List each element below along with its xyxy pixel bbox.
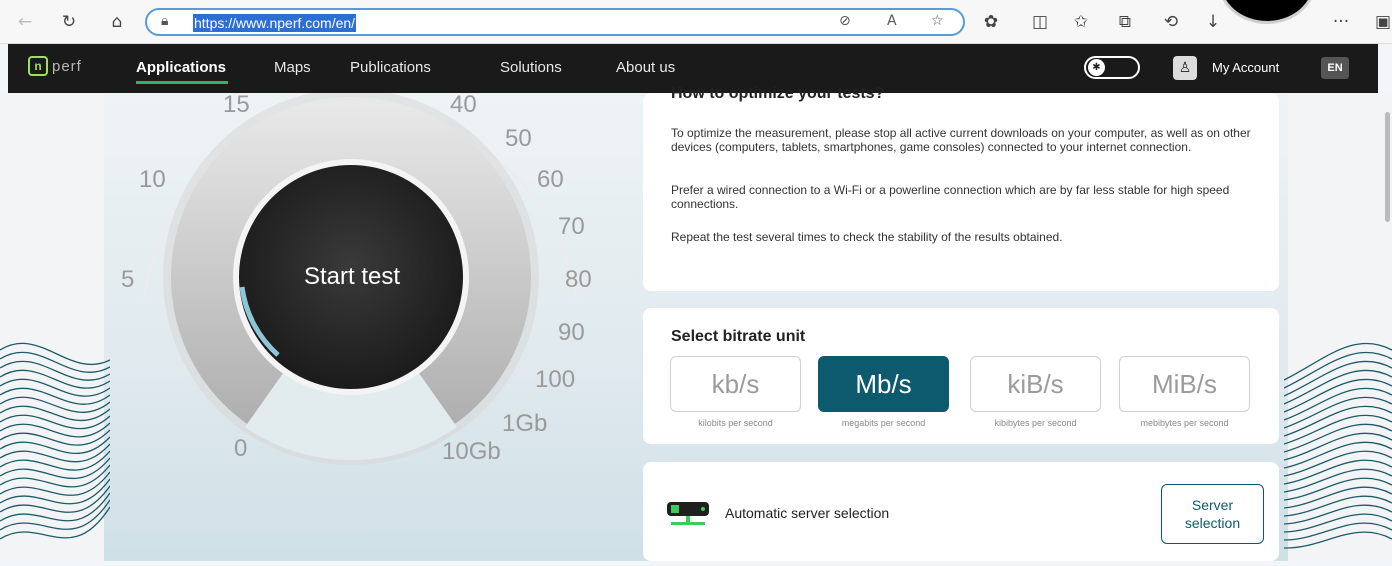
refresh-icon[interactable]: ↻ [56, 9, 82, 35]
back-icon[interactable]: ← [12, 9, 38, 35]
my-account-link[interactable]: My Account [1212, 60, 1279, 75]
optimize-paragraph-3: Repeat the test several times to check t… [671, 230, 1063, 244]
extensions-icon[interactable]: ✿ [978, 9, 1004, 35]
split-screen-icon[interactable]: ◫ [1027, 9, 1053, 35]
favorites-icon[interactable]: ✩ [1068, 9, 1094, 35]
tick-label-100: 100 [535, 366, 575, 393]
tick-label-5: 5 [121, 266, 134, 293]
more-icon[interactable]: ··· [1328, 9, 1354, 35]
nav-about-us[interactable]: About us [616, 59, 675, 76]
history-icon[interactable]: ⟲ [1158, 9, 1184, 35]
tick-label-80: 80 [565, 266, 592, 293]
wave-line-left [0, 396, 110, 413]
sun-icon: ✱ [1088, 59, 1105, 76]
language-selector[interactable]: EN [1321, 57, 1349, 79]
server-selection-button[interactable]: Server selection [1161, 484, 1264, 544]
unit-kbps-button[interactable]: kb/s [670, 356, 801, 412]
wave-line-left [0, 436, 110, 455]
wave-line-right [1284, 513, 1392, 533]
account-icon[interactable]: ♙ [1173, 56, 1197, 80]
nav-solutions[interactable]: Solutions [500, 59, 562, 76]
tick-label-70: 70 [558, 213, 585, 240]
wave-line-left [0, 443, 110, 463]
wave-line-left [0, 478, 110, 505]
nav-maps[interactable]: Maps [274, 59, 311, 76]
wave-line-right [1284, 360, 1392, 397]
wave-line-left [0, 422, 110, 438]
optimize-paragraph-2: Prefer a wired connection to a Wi-Fi or … [671, 183, 1230, 211]
tick-label-90: 90 [558, 319, 585, 346]
logo-mark: n [28, 56, 48, 76]
server-icon [667, 502, 709, 525]
tick-label-1gb: 1Gb [502, 410, 547, 437]
read-aloud-icon[interactable]: A [887, 13, 897, 29]
tick-label-10: 10 [139, 166, 166, 193]
wave-line-left [0, 414, 110, 430]
wave-line-left [0, 405, 110, 422]
browser-toolbar: ← ↻ ⌂ 🔒︎ https://www.nperf.com/en/ ⊘ A ☆… [0, 0, 1392, 44]
bitrate-title: Select bitrate unit [671, 328, 806, 345]
nperf-logo[interactable]: n perf [28, 56, 82, 76]
right-wave-decoration [1284, 342, 1392, 549]
tick-label-40: 40 [450, 93, 477, 118]
unit-kibps-button[interactable]: kiB/s [970, 356, 1101, 412]
address-bar[interactable]: 🔒︎ https://www.nperf.com/en/ ⊘ A ☆ [145, 8, 965, 36]
unit-mibps-caption: mebibytes per second [1140, 418, 1229, 428]
left-wave-decoration [0, 342, 110, 540]
server-selection-card: Automatic server selection Server select… [643, 462, 1279, 561]
collections-icon[interactable]: ⧉ [1112, 9, 1138, 35]
sidebar-icon[interactable]: ▣ [1370, 9, 1392, 35]
home-icon[interactable]: ⌂ [104, 9, 130, 35]
unit-kbps-caption: kilobits per second [698, 418, 773, 428]
overlay-circle [1218, 0, 1316, 24]
start-test-button[interactable]: Start test [238, 192, 466, 362]
wave-line-right [1284, 522, 1392, 541]
wave-line-left [0, 450, 110, 471]
tick-label-60: 60 [537, 166, 564, 193]
theme-toggle[interactable]: ✱ [1084, 56, 1140, 79]
lock-icon: 🔒︎ [161, 13, 169, 29]
unit-mbps-caption: megabits per second [841, 418, 926, 428]
wave-line-right [1284, 531, 1392, 549]
scrollbar-thumb[interactable] [1385, 112, 1390, 222]
bitrate-unit-card: Select bitrate unit kb/s Mb/s kiB/s MiB/… [643, 308, 1279, 444]
unit-kibps-caption: kibibytes per second [994, 418, 1077, 428]
unit-mibps-button[interactable]: MiB/s [1119, 356, 1250, 412]
wave-line-right [1284, 351, 1392, 389]
nav-publications[interactable]: Publications [350, 59, 431, 76]
optimize-tips-card: How to optimize your tests? To optimize … [643, 85, 1279, 291]
page-scrollbar[interactable] [1382, 112, 1392, 222]
automatic-server-label: Automatic server selection [725, 505, 890, 521]
download-icon[interactable]: ↓ [1200, 9, 1226, 35]
tick-label-0: 0 [234, 435, 247, 462]
address-url[interactable]: https://www.nperf.com/en/ [193, 14, 357, 32]
unit-mbps-button[interactable]: Mb/s [818, 356, 949, 412]
wave-line-left [0, 387, 110, 405]
tick-label-50: 50 [505, 125, 532, 152]
favorite-icon[interactable]: ☆ [931, 13, 944, 29]
nav-active-indicator [136, 81, 228, 84]
nav-applications[interactable]: Applications [136, 59, 226, 76]
tick-label-15: 15 [223, 93, 250, 118]
tracking-icon[interactable]: ⊘ [839, 13, 851, 29]
optimize-title: How to optimize your tests? [671, 85, 885, 102]
logo-word: perf [52, 57, 82, 75]
wave-line-left [0, 485, 110, 513]
tick-label-10gb: 10Gb [442, 438, 501, 465]
optimize-paragraph-1: To optimize the measurement, please stop… [671, 126, 1251, 154]
